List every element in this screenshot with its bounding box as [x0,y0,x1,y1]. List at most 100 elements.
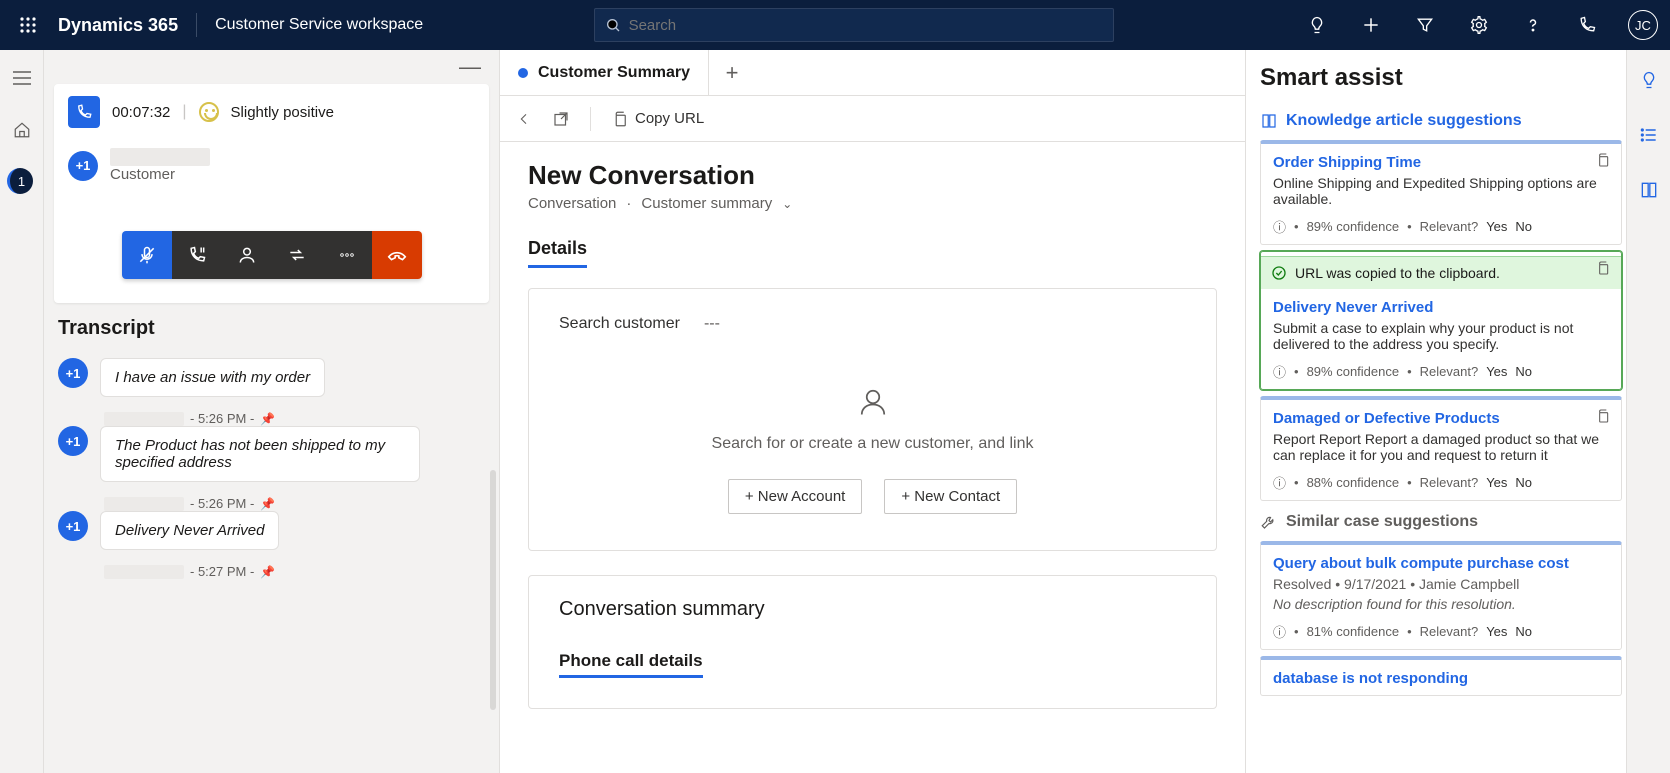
home-icon[interactable] [8,116,36,144]
scrollbar[interactable] [490,470,496,710]
call-controls [122,231,422,279]
empty-state-text: Search for or create a new customer, and… [712,435,1034,453]
global-search[interactable] [594,8,1114,42]
transfer-button[interactable] [272,231,322,279]
person-icon [858,387,888,417]
msg-text: I have an issue with my order [100,358,325,397]
copy-url-button[interactable]: Copy URL [611,110,704,128]
consult-button[interactable] [222,231,272,279]
kb-card[interactable]: Damaged or Defective Products Report Rep… [1260,396,1622,501]
search-input[interactable] [629,17,1103,34]
right-rail [1626,50,1670,773]
smart-assist-panel: Smart assist Knowledge article suggestio… [1246,50,1626,773]
pin-icon[interactable]: 📌 [260,412,275,426]
pin-icon[interactable]: 📌 [260,497,275,511]
tab-label: Customer Summary [538,64,690,82]
workspace-label: Customer Service workspace [215,16,423,34]
back-button[interactable] [516,111,532,127]
case-title[interactable]: Query about bulk compute purchase cost [1273,555,1609,572]
help-icon[interactable] [1520,12,1546,38]
end-call-button[interactable] [372,231,422,279]
hold-button[interactable] [172,231,222,279]
copied-toast: URL was copied to the clipboard. [1261,256,1621,289]
kb-card[interactable]: URL was copied to the clipboard. Deliver… [1260,251,1622,390]
call-phone-icon [68,96,100,128]
case-card[interactable]: Query about bulk compute purchase cost R… [1260,541,1622,650]
minimize-icon[interactable]: — [459,54,481,80]
gear-icon[interactable] [1466,12,1492,38]
sentiment-face-icon [199,102,219,122]
add-tab-button[interactable]: + [709,60,755,86]
crumb-conversation: Conversation [528,195,616,212]
transcript-message: +1 I have an issue with my order [58,358,485,397]
pin-icon[interactable]: 📌 [260,565,275,579]
lightbulb-rail-icon[interactable] [1639,70,1659,95]
plus-icon[interactable] [1358,12,1384,38]
kb-confidence: 89% confidence [1307,219,1400,234]
phone-call-details-tab[interactable]: Phone call details [559,651,703,678]
call-timer: 00:07:32 [112,104,170,121]
crumb-customer-summary[interactable]: Customer summary [641,195,772,212]
lightbulb-icon[interactable] [1304,12,1330,38]
msg-text: The Product has not been shipped to my s… [100,426,420,482]
details-tab[interactable]: Details [528,238,587,268]
relevant-yes[interactable]: Yes [1486,219,1507,234]
kb-title[interactable]: Order Shipping Time [1273,154,1609,171]
chevron-down-icon[interactable]: ⌄ [782,197,792,211]
more-button[interactable] [322,231,372,279]
msg-time: - 5:26 PM - [190,411,254,426]
kb-confidence: 89% confidence [1307,364,1400,379]
copy-icon[interactable] [1595,152,1611,173]
hamburger-icon[interactable] [8,64,36,92]
case-confidence: 81% confidence [1307,624,1400,639]
conv-summary-heading: Conversation summary [559,598,1186,621]
kb-desc: Online Shipping and Expedited Shipping o… [1273,175,1609,207]
relevant-no[interactable]: No [1515,219,1532,234]
tab-customer-summary[interactable]: Customer Summary [500,50,708,95]
knowledge-rail-icon[interactable] [1639,180,1659,205]
msg-avatar: +1 [58,511,88,541]
kb-title[interactable]: Delivery Never Arrived [1273,299,1609,316]
popout-button[interactable] [552,110,570,128]
kb-title[interactable]: Damaged or Defective Products [1273,410,1609,427]
relevant-no[interactable]: No [1515,364,1532,379]
smart-assist-heading: Smart assist [1260,64,1622,92]
case-card[interactable]: database is not responding [1260,656,1622,696]
copy-icon[interactable] [1595,260,1611,281]
kb-desc: Report Report Report a damaged product s… [1273,431,1609,463]
msg-time: - 5:27 PM - [190,564,254,579]
copy-icon[interactable] [1595,408,1611,429]
relevant-no[interactable]: No [1515,475,1532,490]
similar-cases-heading: Similar case suggestions [1260,513,1622,531]
copy-url-label: Copy URL [635,110,704,127]
new-contact-button[interactable]: + New Contact [884,479,1017,514]
main-panel: Customer Summary + Copy URL New Conversa… [500,50,1246,773]
info-icon[interactable]: ⓘ [1273,362,1286,381]
kb-confidence: 88% confidence [1307,475,1400,490]
mute-button[interactable] [122,231,172,279]
kb-card[interactable]: Order Shipping Time Online Shipping and … [1260,140,1622,245]
info-icon[interactable]: ⓘ [1273,622,1286,641]
case-title[interactable]: database is not responding [1273,670,1609,687]
msg-avatar: +1 [58,426,88,456]
relevant-yes[interactable]: Yes [1486,364,1507,379]
search-customer-value[interactable]: --- [704,315,720,333]
relevant-no[interactable]: No [1515,624,1532,639]
conversation-panel: — 00:07:32 | Slightly positive +1 Custom… [44,50,500,773]
list-rail-icon[interactable] [1639,125,1659,150]
page-title: New Conversation [528,160,1217,191]
info-icon[interactable]: ⓘ [1273,217,1286,236]
case-relevant-label: Relevant? [1420,624,1479,639]
case-meta: Resolved • 9/17/2021 • Jamie Campbell [1273,576,1609,592]
customer-search-panel: Search customer --- Search for or create… [528,288,1217,551]
phone-icon[interactable] [1574,12,1600,38]
new-account-button[interactable]: + New Account [728,479,862,514]
app-launcher-icon[interactable] [12,9,44,41]
user-avatar[interactable]: JC [1628,10,1658,40]
relevant-yes[interactable]: Yes [1486,475,1507,490]
session-badge[interactable]: 1 [7,168,33,194]
relevant-yes[interactable]: Yes [1486,624,1507,639]
filter-icon[interactable] [1412,12,1438,38]
info-icon[interactable]: ⓘ [1273,473,1286,492]
kb-desc: Submit a case to explain why your produc… [1273,320,1609,352]
